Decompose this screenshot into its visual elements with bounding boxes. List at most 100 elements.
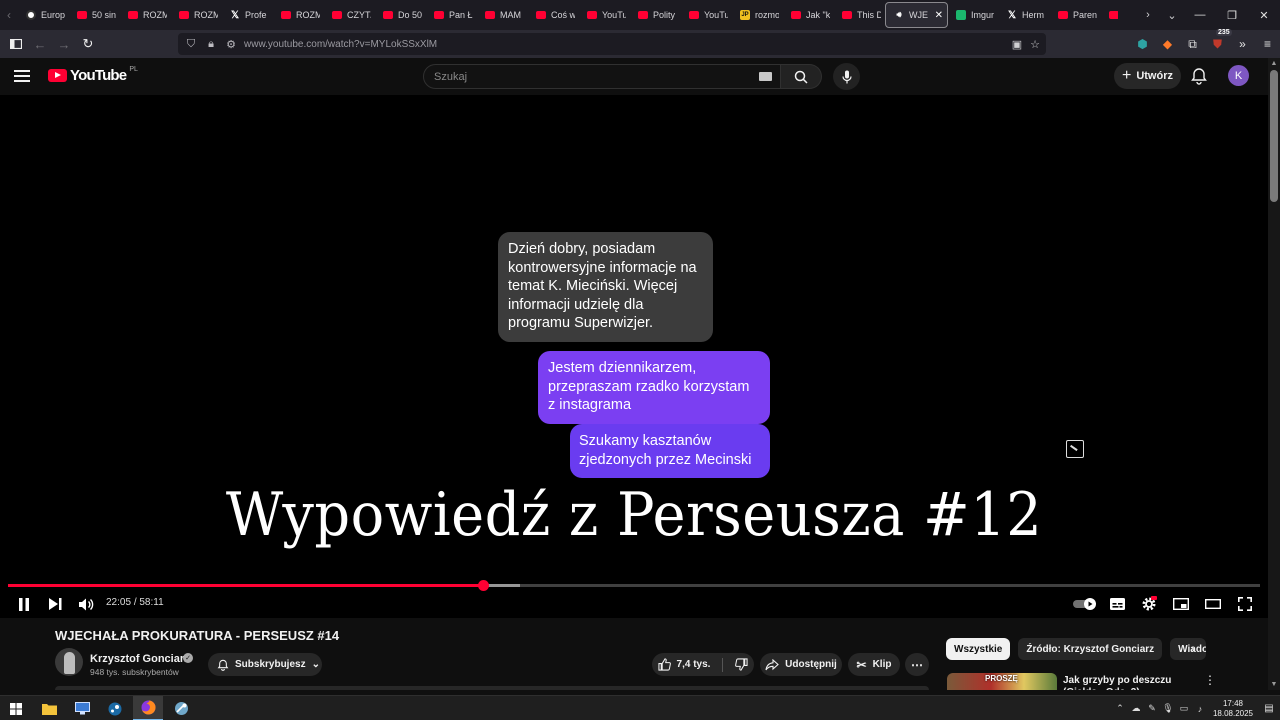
microphone-tray-icon[interactable]: 🎙︎ bbox=[1160, 703, 1176, 714]
lock-icon[interactable]: 🔒︎ bbox=[204, 38, 218, 51]
browser-tab[interactable]: 𝕏 Profe bbox=[222, 2, 273, 28]
browser-tab[interactable] bbox=[1101, 2, 1118, 28]
theater-mode-button[interactable] bbox=[1203, 592, 1223, 616]
youtube-logo[interactable]: YouTube PL bbox=[48, 66, 138, 84]
browser-tab[interactable]: ROZM bbox=[273, 2, 324, 28]
miniplayer-button[interactable] bbox=[1171, 592, 1191, 616]
minimize-icon[interactable]: — bbox=[1184, 0, 1216, 30]
dislike-button[interactable] bbox=[735, 658, 749, 671]
tab-active[interactable]: 🔊︎ WJE ✕ bbox=[885, 2, 948, 28]
close-window-icon[interactable]: ✕ bbox=[1248, 0, 1280, 30]
browser-tab[interactable]: YouTu bbox=[579, 2, 630, 28]
chevron-right-icon[interactable]: › bbox=[1191, 642, 1195, 656]
browser-tab[interactable]: MAM bbox=[477, 2, 528, 28]
pen-icon[interactable]: ✎ bbox=[1144, 703, 1160, 714]
channel-name[interactable]: Krzysztof Gonciarz bbox=[90, 653, 190, 665]
notification-center-icon[interactable]: ▤ bbox=[1258, 703, 1280, 714]
list-all-tabs-icon[interactable]: ⌄ bbox=[1160, 9, 1184, 22]
sidebar-toggle-icon[interactable] bbox=[4, 30, 28, 58]
browser-tab[interactable]: ROZM bbox=[120, 2, 171, 28]
browser-tab[interactable]: 50 sin bbox=[69, 2, 120, 28]
channel-avatar[interactable] bbox=[55, 648, 83, 676]
browser-tab[interactable]: Europ bbox=[18, 2, 69, 28]
guide-menu-icon[interactable] bbox=[14, 66, 34, 86]
browser-tab[interactable]: Polity bbox=[630, 2, 681, 28]
progress-bar[interactable] bbox=[8, 580, 1260, 591]
browser-tab[interactable]: 𝕏 Herm bbox=[999, 2, 1050, 28]
browser-tab[interactable]: Jak "k bbox=[783, 2, 834, 28]
expand-icon[interactable] bbox=[1066, 440, 1084, 458]
shield-extension-icon[interactable]: ⬢ bbox=[1130, 37, 1155, 51]
app-button[interactable] bbox=[166, 696, 196, 720]
browser-tab[interactable]: ROZM bbox=[171, 2, 222, 28]
picture-in-picture-icon[interactable]: ▣ bbox=[1012, 38, 1022, 51]
firefox-button[interactable] bbox=[133, 696, 163, 720]
description-box[interactable] bbox=[55, 686, 929, 690]
network-icon[interactable]: ▭ bbox=[1176, 703, 1192, 714]
restore-icon[interactable]: ❐ bbox=[1216, 0, 1248, 30]
keyboard-icon[interactable] bbox=[759, 72, 772, 81]
browser-tab[interactable]: Paren bbox=[1050, 2, 1101, 28]
volume-button[interactable] bbox=[76, 592, 96, 616]
steam-button[interactable] bbox=[100, 696, 130, 720]
chip-news[interactable]: Wiado bbox=[1170, 638, 1207, 660]
permissions-icon[interactable]: ⚙ bbox=[224, 38, 238, 51]
tray-chevron-up-icon[interactable]: ⌃ bbox=[1112, 703, 1128, 714]
speaker-icon[interactable]: ♪ bbox=[1192, 704, 1208, 714]
scrubber-handle[interactable] bbox=[478, 580, 490, 591]
browser-tab[interactable]: Pan Ł bbox=[426, 2, 477, 28]
settings-button[interactable] bbox=[1139, 592, 1159, 616]
recommendation-title[interactable]: Jak grzyby po deszczu (Giełda - Odc. 3) bbox=[1063, 675, 1198, 690]
fox-extension-icon[interactable]: ◆ bbox=[1155, 37, 1180, 51]
browser-tab[interactable]: This D bbox=[834, 2, 885, 28]
notifications-bell-icon[interactable] bbox=[1190, 67, 1208, 85]
search-box[interactable] bbox=[423, 64, 781, 89]
clip-button[interactable]: ✂ Klip bbox=[848, 653, 900, 676]
app-menu-icon[interactable]: ≡ bbox=[1255, 37, 1280, 51]
scroll-up-icon[interactable]: ▲ bbox=[1268, 60, 1280, 67]
browser-tab[interactable]: JP rozmo bbox=[732, 2, 783, 28]
reload-icon[interactable]: ↻ bbox=[76, 30, 100, 58]
file-explorer-button[interactable] bbox=[34, 696, 64, 720]
back-icon[interactable]: ← bbox=[28, 30, 52, 58]
onedrive-cloud-icon[interactable]: ☁ bbox=[1128, 703, 1144, 714]
forward-icon[interactable]: → bbox=[52, 30, 76, 58]
search-input[interactable] bbox=[434, 70, 734, 83]
browser-tab[interactable]: Coś w bbox=[528, 2, 579, 28]
autoplay-toggle[interactable] bbox=[1072, 592, 1098, 616]
browser-tab[interactable]: Do 50 bbox=[375, 2, 426, 28]
share-button[interactable]: Udostępnij bbox=[760, 653, 842, 676]
pause-button[interactable] bbox=[14, 592, 34, 616]
tracking-protection-icon[interactable]: ⛉ bbox=[184, 38, 198, 51]
browser-tab[interactable]: CZYT/ bbox=[324, 2, 375, 28]
tabs-scroll-left-icon[interactable]: ‹ bbox=[0, 0, 18, 30]
scroll-down-icon[interactable]: ▼ bbox=[1268, 681, 1280, 688]
chip-source[interactable]: Źródło: Krzysztof Gonciarz bbox=[1018, 638, 1163, 660]
create-button[interactable]: + Utwórz bbox=[1114, 63, 1181, 89]
subtitles-button[interactable] bbox=[1107, 592, 1127, 616]
subscribed-button[interactable]: Subskrybujesz ⌄ bbox=[208, 653, 322, 676]
next-button[interactable] bbox=[45, 592, 65, 616]
browser-tab[interactable]: Imgur bbox=[948, 2, 999, 28]
url-text[interactable]: www.youtube.com/watch?v=MYLokSSxXlM bbox=[244, 39, 437, 50]
page-scrollbar[interactable]: ▲ ▼ bbox=[1268, 58, 1280, 690]
account-avatar[interactable]: K bbox=[1228, 65, 1249, 86]
browser-tab[interactable]: YouTu bbox=[681, 2, 732, 28]
clock[interactable]: 17:48 18.08.2025 bbox=[1208, 699, 1258, 719]
voice-search-button[interactable] bbox=[833, 63, 860, 90]
fullscreen-button[interactable] bbox=[1235, 592, 1255, 616]
ublock-extension-icon[interactable]: ⛊ 235 bbox=[1205, 28, 1232, 52]
tabs-scroll-right-icon[interactable]: › bbox=[1136, 9, 1160, 21]
search-button[interactable] bbox=[781, 64, 822, 89]
bookmark-star-icon[interactable]: ☆ bbox=[1030, 38, 1040, 51]
more-tools-icon[interactable]: » bbox=[1230, 37, 1255, 51]
close-tab-icon[interactable]: ✕ bbox=[935, 10, 943, 21]
address-bar[interactable]: ⛉ 🔒︎ ⚙ www.youtube.com/watch?v=MYLokSSxX… bbox=[178, 33, 1046, 55]
more-vertical-icon[interactable]: ⋮ bbox=[1204, 673, 1216, 687]
video-player[interactable]: Dzień dobry, posiadam kontrowersyjne inf… bbox=[0, 95, 1268, 618]
more-actions-button[interactable]: ⋯ bbox=[905, 653, 929, 676]
recommendation-thumbnail[interactable]: PROSZĘ bbox=[947, 673, 1057, 690]
start-button[interactable] bbox=[1, 696, 31, 720]
chip-all[interactable]: Wszystkie bbox=[946, 638, 1011, 660]
remote-desktop-button[interactable] bbox=[67, 696, 97, 720]
